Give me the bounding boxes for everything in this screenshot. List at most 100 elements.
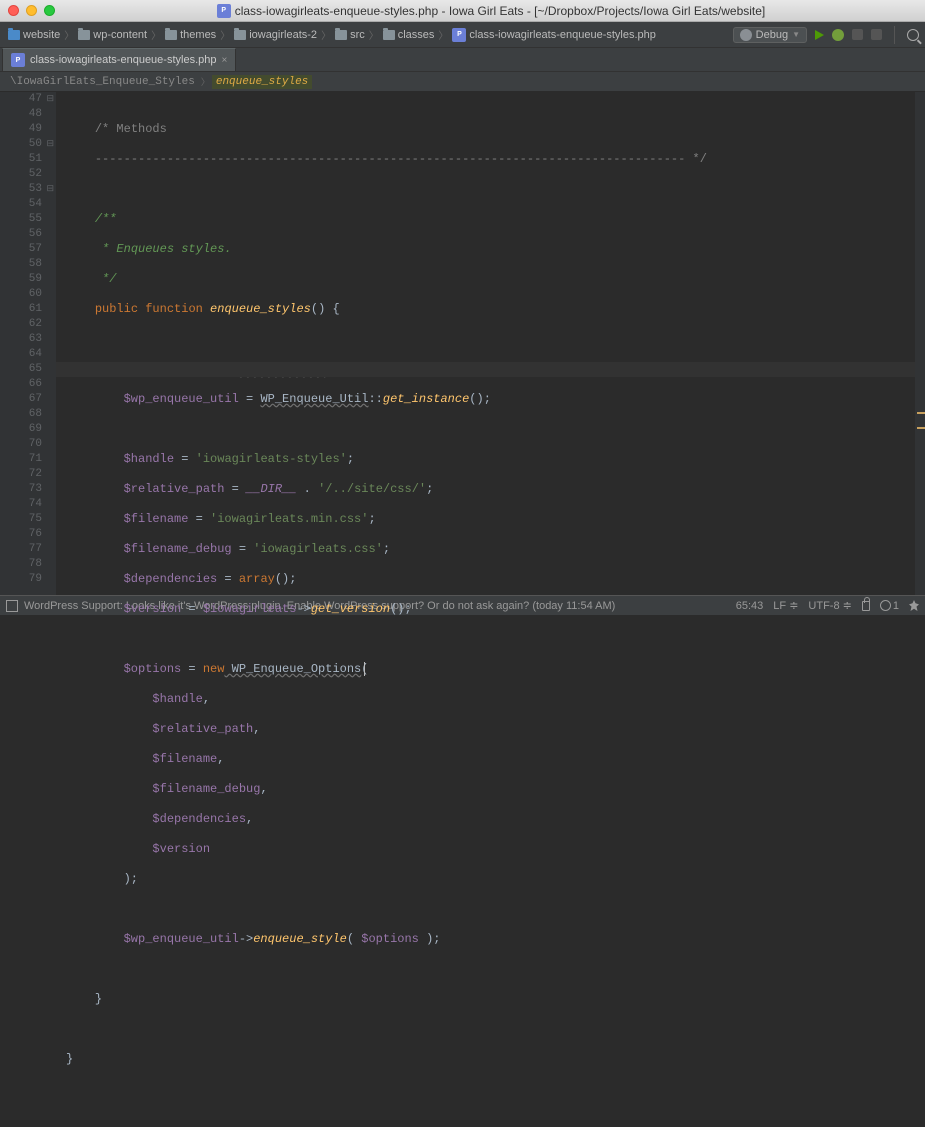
breadcrumb[interactable]: website 〉 wp-content 〉 themes 〉 iowagirl… <box>6 27 725 42</box>
maximize-icon[interactable] <box>44 5 55 16</box>
code-text: function <box>145 302 203 316</box>
code-text: enqueue_styles <box>210 302 311 316</box>
code-text: , <box>203 692 210 706</box>
stop-button <box>871 29 882 40</box>
lock-icon[interactable] <box>862 601 870 611</box>
git-icon <box>880 600 891 611</box>
code-text: = <box>224 482 246 496</box>
close-icon[interactable] <box>8 5 19 16</box>
editor-tabs: P class-iowagirleats-enqueue-styles.php … <box>0 48 925 72</box>
code-text: 'iowagirleats-styles' <box>196 452 347 466</box>
crumb-label[interactable]: classes <box>398 29 435 41</box>
folder-icon <box>8 30 20 40</box>
title-text: class-iowagirleats-enqueue-styles.php - … <box>235 4 766 18</box>
navigation-toolbar: website 〉 wp-content 〉 themes 〉 iowagirl… <box>0 22 925 48</box>
code-text: public <box>95 302 138 316</box>
folder-icon <box>165 30 177 40</box>
tab-active[interactable]: P class-iowagirleats-enqueue-styles.php … <box>2 48 236 71</box>
debug-button[interactable] <box>832 29 844 41</box>
chevron-right-icon: 〉 <box>321 27 331 42</box>
code-text: ; <box>347 452 354 466</box>
code-text: ); <box>419 932 441 946</box>
code-text: -> <box>296 602 310 616</box>
code-text: } <box>95 992 102 1006</box>
code-text: $wp_enqueue_util <box>124 392 239 406</box>
minimize-icon[interactable] <box>26 5 37 16</box>
code-text: } <box>66 1052 73 1066</box>
code-text: WP_Enqueue_Util <box>260 392 368 406</box>
code-text: ; <box>426 482 433 496</box>
code-text: $handle <box>124 452 174 466</box>
code-text: ); <box>124 872 138 886</box>
code-text: WP_Enqueue_Options <box>224 662 361 676</box>
chevron-right-icon: 〉 <box>438 27 448 42</box>
coverage-button <box>852 29 863 40</box>
folder-icon <box>335 30 347 40</box>
code-text: , <box>246 812 253 826</box>
crumb-label[interactable]: src <box>350 29 365 41</box>
window-titlebar: P class-iowagirleats-enqueue-styles.php … <box>0 0 925 22</box>
folder-icon <box>383 30 395 40</box>
code-text: /* Methods <box>95 122 167 136</box>
event-log-icon[interactable] <box>6 600 18 612</box>
run-configuration-select[interactable]: Debug ▼ <box>733 27 807 43</box>
php-file-icon: P <box>11 53 25 67</box>
code-text: 'iowagirleats.css' <box>253 542 383 556</box>
code-text: $options <box>124 662 182 676</box>
code-text: enqueue_style <box>253 932 347 946</box>
code-text: get_instance <box>383 392 469 406</box>
code-text: $filename_debug <box>124 542 232 556</box>
code-text: = <box>188 512 210 526</box>
code-text: /** <box>95 212 117 226</box>
crumb-label[interactable]: iowagirleats-2 <box>249 29 317 41</box>
line-gutter[interactable]: 47⊟ 48 49 50⊟ 51 52 53⊟ 54 55 56 57 58 5… <box>0 92 56 595</box>
code-text: $iowagirleats <box>203 602 297 616</box>
code-text: , <box>260 782 267 796</box>
warning-marker[interactable] <box>917 427 925 429</box>
nav-method[interactable]: enqueue_styles <box>212 75 312 89</box>
code-text: ( <box>347 932 361 946</box>
code-text: $dependencies <box>124 572 218 586</box>
code-text: ; <box>383 542 390 556</box>
separator <box>894 26 895 44</box>
code-text: = <box>181 662 203 676</box>
code-text: 'iowagirleats.min.css' <box>210 512 368 526</box>
window-title: P class-iowagirleats-enqueue-styles.php … <box>65 4 917 18</box>
chevron-down-icon: ▼ <box>792 30 800 39</box>
search-icon[interactable] <box>907 29 919 41</box>
code-text: * Enqueues styles. <box>95 242 232 256</box>
warning-marker[interactable] <box>917 412 925 414</box>
text-caret <box>364 662 365 676</box>
code-text: $filename_debug <box>152 782 260 796</box>
crumb-label[interactable]: website <box>23 29 60 41</box>
code-text: $version <box>124 602 182 616</box>
code-text: $filename <box>124 512 189 526</box>
code-text: get_version <box>311 602 390 616</box>
traffic-lights <box>8 5 55 16</box>
nav-class[interactable]: \IowaGirlEats_Enqueue_Styles <box>6 75 199 89</box>
chevron-right-icon: 〉 <box>151 27 161 42</box>
crumb-label[interactable]: wp-content <box>93 29 147 41</box>
code-text: $wp_enqueue_util <box>124 932 239 946</box>
structure-nav[interactable]: \IowaGirlEats_Enqueue_Styles 〉 enqueue_s… <box>0 72 925 92</box>
close-tab-icon[interactable]: × <box>221 55 227 66</box>
code-text: $options <box>361 932 419 946</box>
crumb-label[interactable]: class-iowagirleats-enqueue-styles.php <box>469 29 655 41</box>
code-editor[interactable]: /* Methods -----------------------------… <box>56 92 915 595</box>
code-text: $relative_path <box>124 482 225 496</box>
code-text: () { <box>311 302 340 316</box>
run-button[interactable] <box>815 30 824 40</box>
editor-area: 47⊟ 48 49 50⊟ 51 52 53⊟ 54 55 56 57 58 5… <box>0 92 925 595</box>
code-text: = <box>174 452 196 466</box>
code-text: ; <box>368 512 375 526</box>
crumb-label[interactable]: themes <box>180 29 216 41</box>
code-text: (); <box>469 392 491 406</box>
code-text: */ <box>95 272 117 286</box>
chevron-right-icon: 〉 <box>220 27 230 42</box>
tab-label: class-iowagirleats-enqueue-styles.php <box>30 54 216 66</box>
folder-icon <box>234 30 246 40</box>
overview-ruler[interactable] <box>915 92 925 595</box>
chevron-right-icon: 〉 <box>64 27 74 42</box>
code-text: :: <box>368 392 382 406</box>
chevron-right-icon: 〉 <box>201 75 210 88</box>
